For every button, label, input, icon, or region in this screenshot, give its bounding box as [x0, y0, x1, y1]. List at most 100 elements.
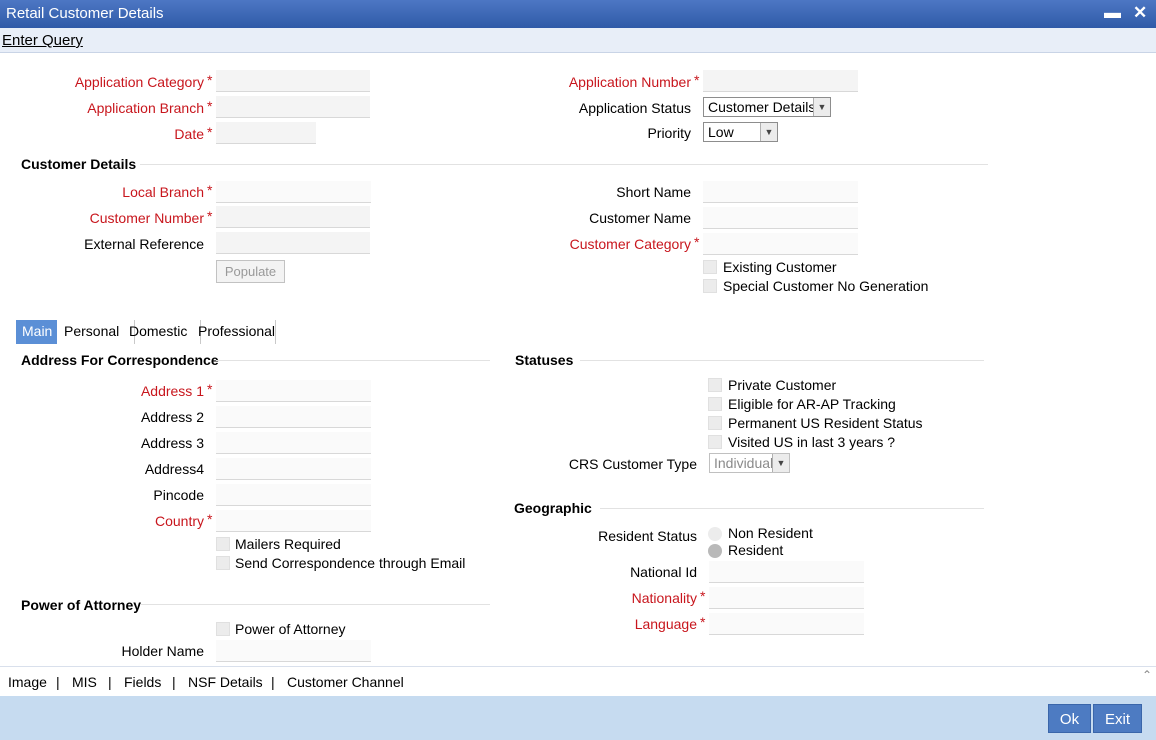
- language-input[interactable]: [709, 613, 864, 635]
- permanent-us-label: Permanent US Resident Status: [728, 415, 923, 431]
- mailers-required-label: Mailers Required: [235, 536, 341, 552]
- address1-input[interactable]: [216, 380, 371, 402]
- resident-radio[interactable]: [708, 544, 722, 558]
- permanent-us-checkbox[interactable]: [708, 416, 722, 430]
- required-marker: *: [207, 124, 213, 140]
- enter-query-link[interactable]: Enter Query: [2, 32, 83, 49]
- bottom-button-bar: [0, 696, 1156, 740]
- close-icon[interactable]: ✕: [1133, 3, 1147, 23]
- short-name-input[interactable]: [703, 181, 858, 203]
- required-marker: *: [207, 72, 213, 88]
- application-status-label: Application Status: [578, 100, 691, 116]
- separator: |: [108, 674, 112, 690]
- nationality-input[interactable]: [709, 587, 864, 609]
- populate-button[interactable]: Populate: [216, 260, 285, 283]
- priority-value: Low: [708, 124, 734, 140]
- window-titlebar: Retail Customer Details ▬ ✕: [0, 0, 1156, 28]
- application-number-input[interactable]: [703, 70, 858, 92]
- chevron-down-icon: ▼: [772, 454, 789, 472]
- special-customer-no-label: Special Customer No Generation: [723, 278, 929, 294]
- separator: |: [56, 674, 60, 690]
- priority-select[interactable]: Low ▼: [703, 122, 778, 142]
- application-category-input[interactable]: [216, 70, 370, 92]
- visited-us-checkbox[interactable]: [708, 435, 722, 449]
- nsf-details-link[interactable]: NSF Details: [188, 674, 263, 690]
- exit-button[interactable]: Exit: [1093, 704, 1142, 733]
- footer-links-bar: Image | MIS | Fields | NSF Details | Cus…: [0, 666, 1156, 697]
- local-branch-input[interactable]: [216, 181, 371, 203]
- resident-status-label: Resident Status: [598, 528, 697, 544]
- image-link[interactable]: Image: [8, 674, 47, 690]
- tab-domestic[interactable]: Domestic: [123, 320, 201, 344]
- ok-button[interactable]: Ok: [1048, 704, 1091, 733]
- external-reference-input[interactable]: [216, 232, 370, 254]
- required-marker: *: [207, 98, 213, 114]
- address3-label: Address 3: [140, 435, 204, 451]
- holder-name-label: Holder Name: [121, 643, 204, 659]
- mailers-required-checkbox[interactable]: [216, 537, 230, 551]
- pincode-input[interactable]: [216, 484, 371, 506]
- priority-label: Priority: [647, 125, 691, 141]
- statuses-heading: Statuses: [515, 352, 574, 368]
- customer-number-input[interactable]: [216, 206, 370, 228]
- language-label: Language: [634, 616, 697, 632]
- national-id-label: National Id: [630, 564, 697, 580]
- power-of-attorney-label: Power of Attorney: [235, 621, 346, 637]
- address1-label: Address 1: [140, 383, 204, 399]
- private-customer-checkbox[interactable]: [708, 378, 722, 392]
- minimize-icon[interactable]: ▬: [1104, 3, 1121, 23]
- application-status-select[interactable]: Customer Details ▼: [703, 97, 831, 117]
- eligible-arap-checkbox[interactable]: [708, 397, 722, 411]
- address-heading: Address For Correspondence: [21, 352, 219, 368]
- address4-input[interactable]: [216, 458, 371, 480]
- country-input[interactable]: [216, 510, 371, 532]
- customer-name-input[interactable]: [703, 207, 858, 229]
- address3-input[interactable]: [216, 432, 371, 454]
- customer-details-heading: Customer Details: [21, 156, 137, 172]
- customer-number-label: Customer Number: [89, 210, 204, 226]
- crs-type-value: Individual: [714, 455, 774, 471]
- geographic-heading: Geographic: [514, 500, 592, 516]
- date-label: Date: [174, 126, 204, 142]
- crs-type-label: CRS Customer Type: [568, 456, 697, 472]
- customer-category-input[interactable]: [703, 233, 858, 255]
- customer-channel-link[interactable]: Customer Channel: [287, 674, 404, 690]
- mis-link[interactable]: MIS: [72, 674, 97, 690]
- window-title: Retail Customer Details: [6, 5, 164, 22]
- visited-us-label: Visited US in last 3 years ?: [728, 434, 896, 450]
- special-customer-no-checkbox[interactable]: [703, 279, 717, 293]
- application-branch-label: Application Branch: [87, 100, 204, 116]
- short-name-label: Short Name: [616, 184, 691, 200]
- address4-label: Address4: [144, 461, 204, 477]
- holder-name-input[interactable]: [216, 640, 371, 662]
- crs-type-select[interactable]: Individual ▼: [709, 453, 790, 473]
- country-label: Country: [154, 513, 204, 529]
- scroll-up-icon[interactable]: ⌃: [1142, 668, 1152, 682]
- address2-input[interactable]: [216, 406, 371, 428]
- send-email-label: Send Correspondence through Email: [235, 555, 466, 571]
- divider: [140, 164, 988, 165]
- private-customer-label: Private Customer: [728, 377, 837, 393]
- date-input[interactable]: [216, 122, 316, 144]
- national-id-input[interactable]: [709, 561, 864, 583]
- required-marker: *: [207, 511, 213, 527]
- fields-link[interactable]: Fields: [124, 674, 161, 690]
- power-of-attorney-checkbox[interactable]: [216, 622, 230, 636]
- chevron-down-icon: ▼: [760, 123, 777, 141]
- application-branch-input[interactable]: [216, 96, 370, 118]
- separator: |: [271, 674, 275, 690]
- existing-customer-checkbox[interactable]: [703, 260, 717, 274]
- required-marker: *: [700, 588, 706, 604]
- send-email-checkbox[interactable]: [216, 556, 230, 570]
- nationality-label: Nationality: [631, 590, 697, 606]
- local-branch-label: Local Branch: [122, 184, 204, 200]
- required-marker: *: [694, 72, 700, 88]
- divider: [216, 360, 490, 361]
- power-of-attorney-heading: Power of Attorney: [21, 597, 142, 613]
- tab-professional[interactable]: Professional: [192, 320, 276, 344]
- address2-label: Address 2: [140, 409, 204, 425]
- non-resident-radio[interactable]: [708, 527, 722, 541]
- divider: [600, 508, 984, 509]
- tab-main[interactable]: Main: [16, 320, 57, 344]
- existing-customer-label: Existing Customer: [723, 259, 837, 275]
